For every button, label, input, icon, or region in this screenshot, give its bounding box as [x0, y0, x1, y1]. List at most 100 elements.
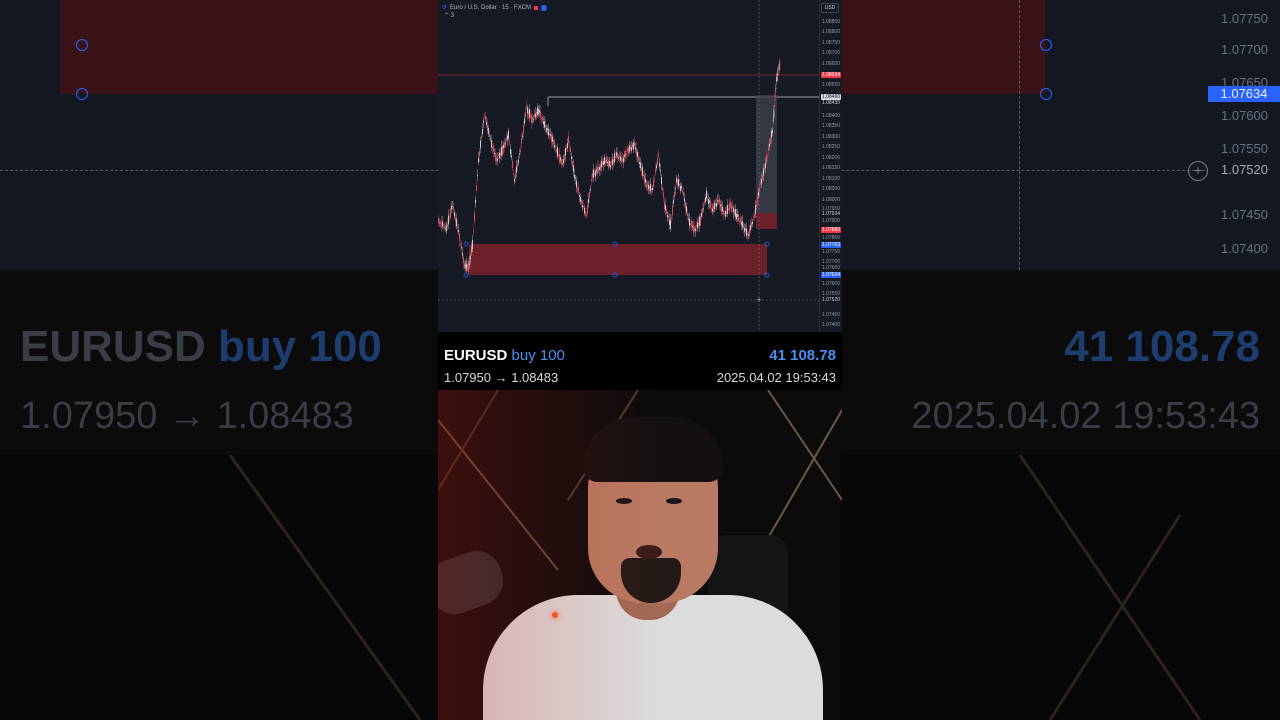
candle-body: [650, 183, 651, 192]
candle-body: [735, 208, 736, 217]
bg-timestamp: 2025.04.02 19:53:43: [911, 395, 1260, 437]
candle-body: [724, 213, 725, 215]
candle-body: [643, 175, 644, 176]
candle-body: [555, 145, 556, 147]
candle-body: [575, 177, 576, 179]
candle-body: [679, 184, 680, 186]
candle-body: [703, 208, 704, 210]
candle-body: [609, 160, 610, 166]
market-status-icon: [534, 5, 539, 10]
trading-chart[interactable]: + ⟳ Euro / U.S. Dollar · 15 · FXCM ⌃ 3 U…: [438, 0, 842, 332]
axis-tick: 1.08250: [821, 144, 840, 150]
zone-bottom-tag: 1.07634: [821, 272, 841, 278]
candle-body: [443, 223, 445, 228]
center-panel: + ⟳ Euro / U.S. Dollar · 15 · FXCM ⌃ 3 U…: [438, 0, 842, 720]
candle-body: [637, 151, 638, 157]
candle-body: [450, 208, 451, 218]
candle-body: [455, 216, 456, 222]
candle-body: [768, 146, 769, 151]
candle-body: [478, 158, 479, 163]
candle-body: [638, 155, 639, 161]
candle-body: [629, 145, 630, 152]
bg-axis-tick: 1.07400: [1221, 241, 1268, 256]
candle-body: [730, 201, 731, 208]
currency-button[interactable]: USD: [821, 3, 839, 13]
candle-body: [697, 222, 698, 229]
candle-body: [483, 120, 484, 123]
candle-body: [554, 145, 555, 148]
price-axis[interactable]: USD 1.08850 1.08800 1.08750 1.08700 1.08…: [819, 0, 842, 332]
candle-body: [767, 155, 768, 157]
candle-body: [615, 156, 616, 158]
candle-body: [442, 221, 443, 227]
axis-tick: 1.08350: [821, 123, 840, 129]
candle-body: [732, 205, 733, 209]
axis-tick: 1.08200: [821, 155, 840, 161]
candle-body: [602, 161, 603, 165]
candle-body: [608, 160, 609, 168]
candle-body: [439, 222, 441, 224]
candle-body: [573, 165, 574, 172]
indicators-toggle[interactable]: ⌃ 3: [444, 12, 454, 19]
candle-body: [678, 178, 679, 187]
axis-tick: 1.08400: [821, 113, 840, 119]
candle-body: [752, 221, 753, 225]
candle-body: [531, 114, 532, 123]
candle-body: [644, 174, 645, 184]
candle-body: [597, 166, 598, 174]
candle-body: [463, 257, 464, 264]
candle-body: [612, 159, 613, 165]
bg-axis-tick: 1.07550: [1221, 141, 1268, 156]
candle-body: [737, 214, 738, 217]
candle-body: [618, 157, 619, 159]
candle-body: [519, 153, 520, 155]
zone-handle: [76, 88, 88, 100]
candles: [438, 57, 781, 276]
candle-body: [654, 179, 655, 181]
axis-tick: 1.08150: [821, 165, 840, 171]
candle-body: [527, 107, 528, 114]
candle-body: [549, 133, 550, 136]
candle-body: [656, 165, 657, 169]
candle-body: [639, 161, 640, 165]
symbol-title[interactable]: Euro / U.S. Dollar · 15 · FXCM: [450, 5, 531, 11]
candle-body: [714, 202, 715, 210]
candle-body: [754, 214, 755, 218]
bg-price-tag: 1.07634: [1208, 86, 1280, 102]
candle-body: [683, 191, 684, 196]
candle-body: [593, 169, 594, 178]
candle-body: [457, 226, 458, 229]
candle-body: [763, 168, 764, 176]
candle-body: [547, 128, 548, 130]
candle-body: [526, 106, 527, 108]
candle-body: [517, 163, 518, 167]
red-light-glow: [438, 390, 842, 720]
candle-body: [659, 162, 660, 167]
zone-handle: [1040, 39, 1052, 51]
candle-body: [464, 265, 466, 269]
trade-price-move: 1.07950 → 1.08483: [444, 370, 559, 385]
candle-body: [624, 154, 625, 157]
candle-body: [565, 148, 566, 156]
bg-axis-tick: 1.07700: [1221, 42, 1268, 57]
candle-body: [766, 156, 767, 163]
candle-body: [613, 159, 614, 163]
candle-body: [510, 149, 511, 154]
axis-tick: 1.08100: [821, 176, 840, 182]
candle-body: [705, 197, 706, 202]
candle-body: [587, 204, 588, 214]
candle-body: [651, 188, 652, 190]
candle-body: [619, 155, 620, 158]
candle-body: [706, 190, 707, 199]
candle-body: [695, 228, 696, 231]
candle-body: [756, 205, 757, 206]
candle-body: [718, 200, 719, 202]
candle-body: [664, 201, 665, 210]
axis-tick: 1.08750: [821, 40, 840, 46]
chart-canvas[interactable]: +: [438, 0, 842, 332]
bg-pair: EURUSD buy 100: [20, 322, 382, 371]
candle-body: [611, 161, 612, 163]
chart-legend[interactable]: ⟳ Euro / U.S. Dollar · 15 · FXCM: [442, 3, 548, 12]
zone-top-tag: 1.07763: [821, 242, 841, 248]
candle-body: [704, 200, 705, 204]
